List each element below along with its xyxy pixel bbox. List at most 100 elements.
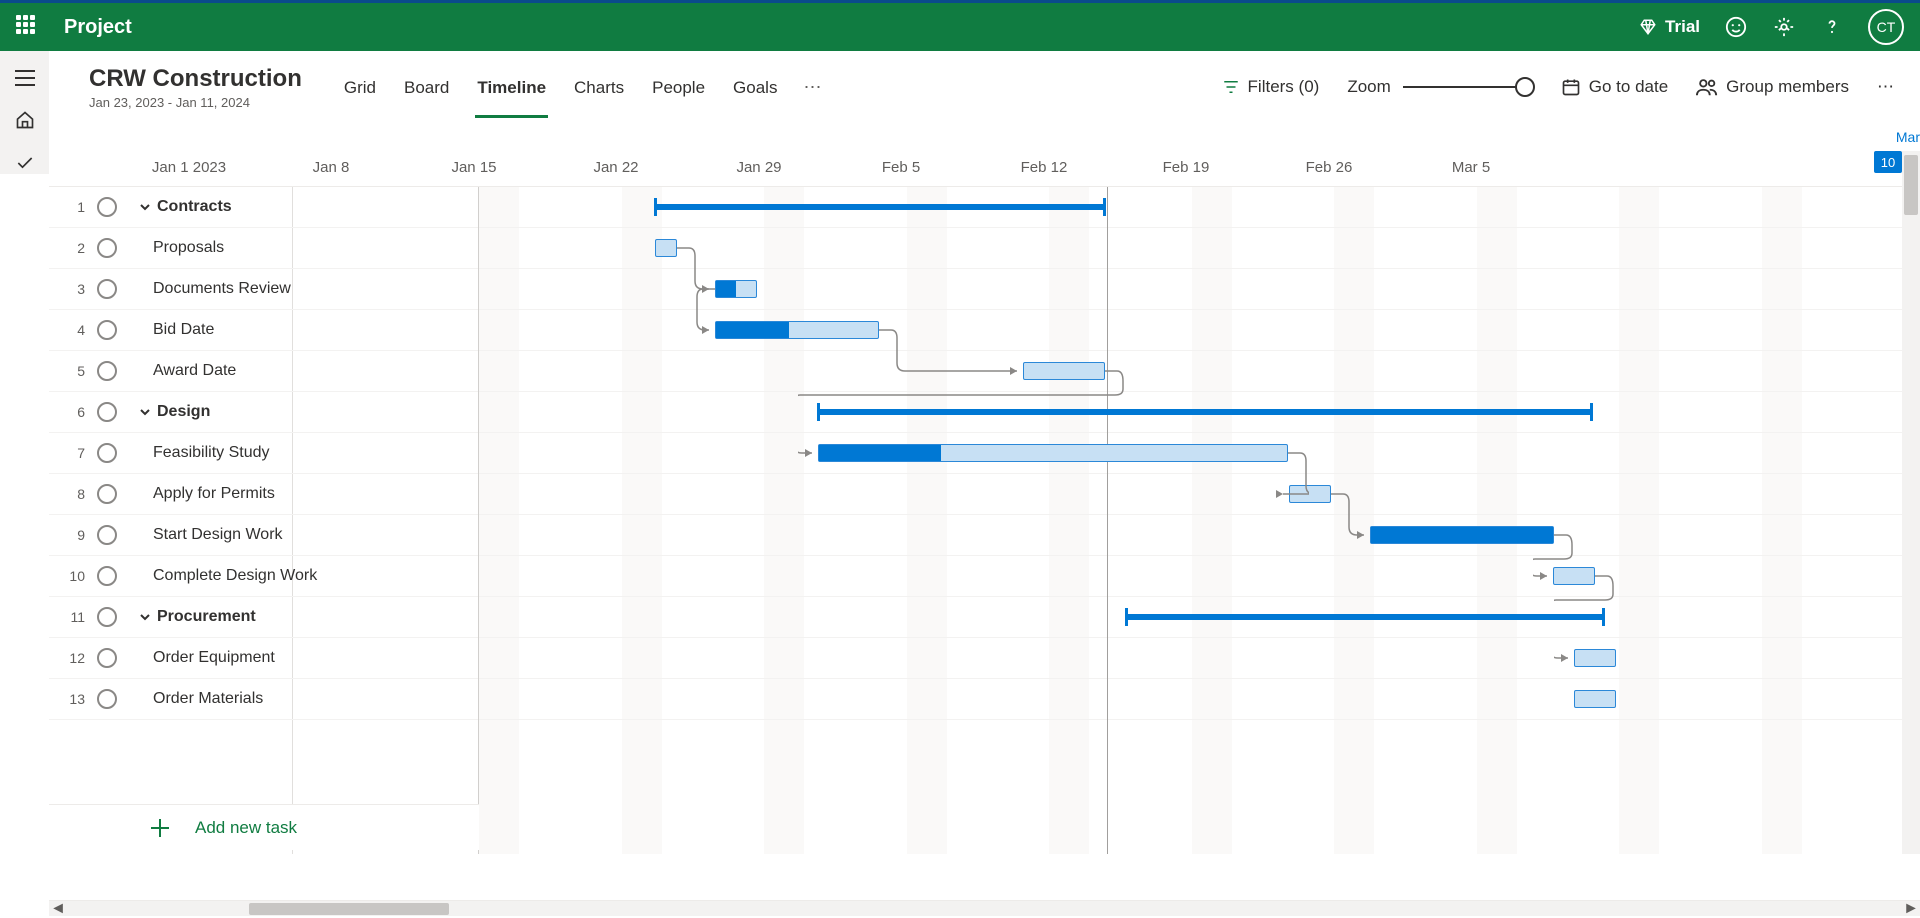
- project-header: CRW Construction Jan 23, 2023 - Jan 11, …: [49, 51, 1920, 123]
- filter-icon: [1222, 78, 1240, 96]
- task-name: Start Design Work: [137, 526, 478, 544]
- dependency-arrow: [695, 269, 735, 350]
- today-marker[interactable]: 10: [1874, 151, 1902, 173]
- date-column: Feb 26: [1259, 159, 1399, 176]
- task-row-number: 7: [49, 445, 97, 461]
- go-to-date-label: Go to date: [1589, 77, 1668, 97]
- horizontal-scrollbar[interactable]: ◄ ►: [49, 900, 1920, 916]
- tab-timeline[interactable]: Timeline: [475, 58, 548, 116]
- people-icon: [1696, 77, 1718, 97]
- task-row[interactable]: 10Complete Design Work: [49, 556, 478, 597]
- task-name: Award Date: [137, 362, 478, 380]
- gantt-row: [479, 679, 1902, 720]
- task-complete-toggle[interactable]: [97, 525, 117, 545]
- tab-more[interactable]: ⋯: [803, 77, 823, 98]
- task-complete-toggle[interactable]: [97, 566, 117, 586]
- trial-button[interactable]: Trial: [1639, 17, 1700, 37]
- task-row-number: 10: [49, 568, 97, 584]
- task-row[interactable]: 7 Feasibility Study: [49, 433, 478, 474]
- tab-people[interactable]: People: [650, 58, 707, 116]
- zoom-slider[interactable]: [1403, 86, 1533, 88]
- task-row[interactable]: 3 Documents Review: [49, 269, 478, 310]
- app-name: Project: [64, 16, 132, 39]
- task-name: Documents Review: [137, 280, 478, 298]
- dependency-arrow: [1311, 474, 1390, 555]
- task-bar[interactable]: [1370, 526, 1554, 544]
- project-date-range: Jan 23, 2023 - Jan 11, 2024: [89, 95, 302, 110]
- chevron-down-icon[interactable]: [137, 609, 153, 625]
- feedback-icon[interactable]: [1724, 15, 1748, 39]
- task-row-number: 3: [49, 281, 97, 297]
- task-row-number: 13: [49, 691, 97, 707]
- tab-goals[interactable]: Goals: [731, 58, 779, 116]
- task-complete-toggle[interactable]: [97, 648, 117, 668]
- premium-icon: [1639, 18, 1657, 36]
- task-name: Apply for Permits: [137, 485, 478, 503]
- view-tabs: Grid Board Timeline Charts People Goals ⋯: [342, 58, 824, 116]
- task-row-number: 12: [49, 650, 97, 666]
- scroll-right-icon[interactable]: ►: [1902, 901, 1920, 916]
- chevron-down-icon[interactable]: [137, 199, 153, 215]
- date-column: Jan 8: [261, 159, 401, 176]
- task-row-number: 1: [49, 199, 97, 215]
- timeline-body: 1Contracts2Proposals 3 Documents Review 4Bi…: [49, 187, 1902, 854]
- gantt-chart: [479, 187, 1902, 854]
- task-row[interactable]: 12Order Equipment: [49, 638, 478, 679]
- task-complete-toggle[interactable]: [97, 689, 117, 709]
- horizontal-scroll-thumb[interactable]: [249, 903, 449, 915]
- zoom-slider-thumb[interactable]: [1515, 77, 1535, 97]
- filters-label: Filters (0): [1248, 77, 1320, 97]
- go-to-date-button[interactable]: Go to date: [1561, 77, 1668, 97]
- task-row-number: 9: [49, 527, 97, 543]
- task-row[interactable]: 6Design: [49, 392, 478, 433]
- task-complete-toggle[interactable]: [97, 443, 117, 463]
- home-icon[interactable]: [13, 109, 37, 131]
- task-name: Feasibility Study: [137, 444, 478, 462]
- task-row[interactable]: 9 Start Design Work: [49, 515, 478, 556]
- date-column: Mar 5: [1401, 159, 1541, 176]
- task-row[interactable]: 13Order Materials: [49, 679, 478, 720]
- task-complete-toggle[interactable]: [97, 484, 117, 504]
- task-row[interactable]: 4Bid Date: [49, 310, 478, 351]
- task-row[interactable]: 1Contracts: [49, 187, 478, 228]
- task-row[interactable]: 8Apply for Permits: [49, 474, 478, 515]
- scroll-left-icon[interactable]: ◄: [49, 901, 67, 916]
- task-bar[interactable]: [715, 321, 879, 339]
- task-progress: [1371, 527, 1553, 543]
- task-row-number: 4: [49, 322, 97, 338]
- task-complete-toggle[interactable]: [97, 279, 117, 299]
- tab-grid[interactable]: Grid: [342, 58, 378, 116]
- chevron-down-icon[interactable]: [137, 404, 153, 420]
- vertical-scrollbar[interactable]: [1902, 151, 1920, 854]
- task-complete-toggle[interactable]: [97, 320, 117, 340]
- tab-board[interactable]: Board: [402, 58, 451, 116]
- task-row[interactable]: 5Award Date: [49, 351, 478, 392]
- task-complete-toggle[interactable]: [97, 197, 117, 217]
- date-column: Feb 5: [831, 159, 971, 176]
- summary-bar[interactable]: [654, 204, 1106, 210]
- dependency-arrow: [798, 351, 1125, 473]
- filters-button[interactable]: Filters (0): [1222, 77, 1320, 97]
- task-complete-toggle[interactable]: [97, 607, 117, 627]
- hamburger-icon[interactable]: [13, 67, 37, 89]
- task-complete-toggle[interactable]: [97, 238, 117, 258]
- zoom-control: Zoom: [1347, 77, 1532, 97]
- task-row[interactable]: 11Procurement: [49, 597, 478, 638]
- help-icon[interactable]: [1820, 15, 1844, 39]
- app-launcher-icon[interactable]: [16, 15, 40, 39]
- group-members-button[interactable]: Group members: [1696, 77, 1849, 97]
- user-avatar[interactable]: CT: [1868, 9, 1904, 45]
- vertical-scroll-thumb[interactable]: [1904, 155, 1918, 215]
- settings-icon[interactable]: [1772, 15, 1796, 39]
- task-complete-toggle[interactable]: [97, 361, 117, 381]
- task-bar[interactable]: [1574, 690, 1616, 708]
- add-new-task-button[interactable]: Add new task: [49, 804, 479, 850]
- check-icon[interactable]: [13, 152, 37, 174]
- task-complete-toggle[interactable]: [97, 402, 117, 422]
- summary-bar[interactable]: [1125, 614, 1605, 620]
- more-actions-button[interactable]: ⋯: [1877, 77, 1896, 97]
- task-row[interactable]: 2Proposals: [49, 228, 478, 269]
- gantt-row: [479, 638, 1902, 679]
- tab-charts[interactable]: Charts: [572, 58, 626, 116]
- task-list: 1Contracts2Proposals 3 Documents Review 4Bi…: [49, 187, 479, 854]
